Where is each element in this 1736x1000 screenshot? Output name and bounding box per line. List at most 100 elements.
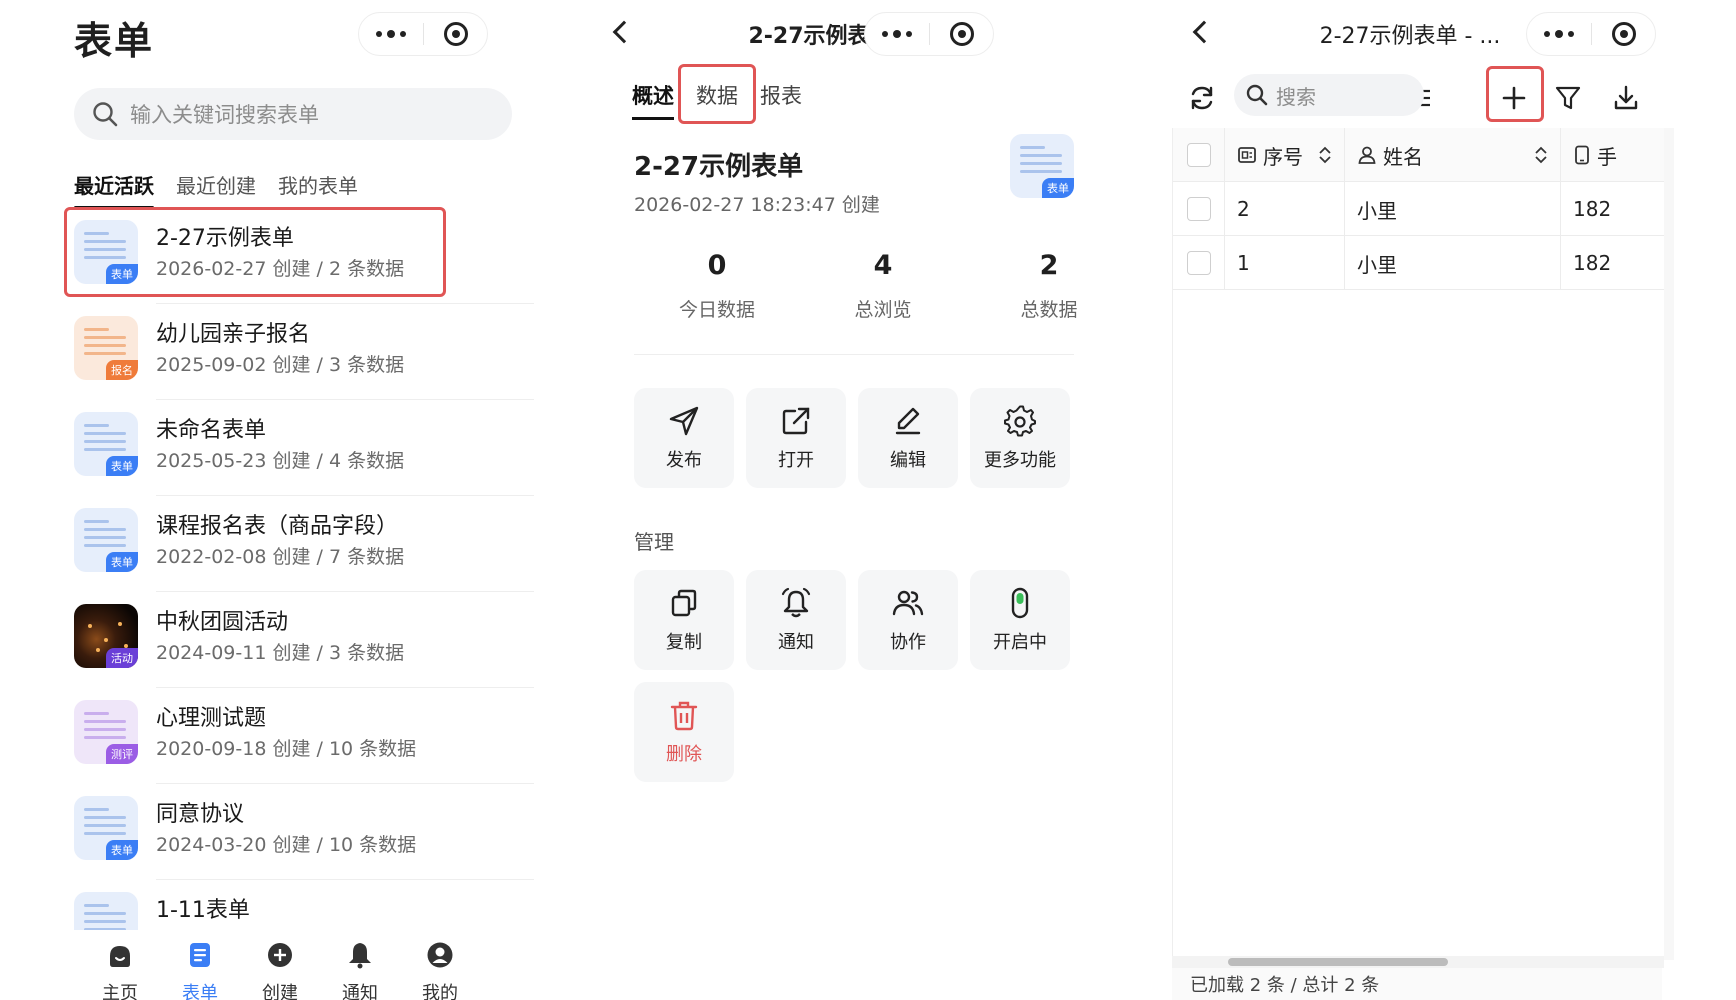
form-meta: 2025-09-02 创建 / 3 条数据 <box>156 354 405 376</box>
home-icon <box>110 946 130 967</box>
form-filter-tabs: 最近活跃 最近创建 我的表单 <box>74 170 358 209</box>
vertical-scrollbar[interactable] <box>1664 128 1674 960</box>
list-item[interactable]: 报名 幼儿园亲子报名 2025-09-02 创建 / 3 条数据 <box>0 304 600 400</box>
stat-today: 0 今日数据 <box>678 250 755 321</box>
enable-toggle[interactable]: 开启中 <box>970 570 1070 670</box>
stat-total: 2 总数据 <box>1020 250 1078 321</box>
more-icon[interactable] <box>1527 30 1591 38</box>
column-header-name[interactable]: 姓名 <box>1345 128 1561 182</box>
edit-button[interactable]: 编辑 <box>858 388 958 488</box>
download-button[interactable] <box>1606 78 1646 118</box>
tab-my-forms[interactable]: 我的表单 <box>278 170 358 209</box>
row-select-cell <box>1173 182 1225 236</box>
scrollbar-thumb[interactable] <box>1228 958 1448 966</box>
publish-button[interactable]: 发布 <box>634 388 734 488</box>
sort-icon[interactable] <box>1318 145 1332 165</box>
data-table: 序号 姓名 手 2 小里 182 1 小里 182 <box>1172 128 1664 960</box>
tabbar-mine[interactable]: 我的 <box>410 940 470 1000</box>
column-header-phone[interactable]: 手 <box>1561 128 1664 182</box>
form-name: 中秋团圆活动 <box>156 610 289 635</box>
tab-recent-created[interactable]: 最近创建 <box>176 170 256 209</box>
filter-icon <box>1555 86 1581 110</box>
back-button[interactable] <box>600 10 644 54</box>
notify-button[interactable]: 通知 <box>746 570 846 670</box>
list-item[interactable]: 表单 未命名表单 2025-05-23 创建 / 4 条数据 <box>0 400 600 496</box>
more-icon[interactable] <box>865 30 929 38</box>
form-name: 心理测试题 <box>156 706 267 731</box>
page-title: 2-27示例表单 - ... <box>1319 24 1501 49</box>
form-thumbnail: 表单 <box>74 892 138 930</box>
more-functions-button[interactable]: 更多功能 <box>970 388 1070 488</box>
action-grid: 发布 打开 编辑 更多功能 <box>634 388 1070 488</box>
copy-button[interactable]: 复制 <box>634 570 734 670</box>
plus-circle-icon <box>268 943 292 967</box>
list-item[interactable]: 测评 心理测试题 2020-09-18 创建 / 10 条数据 <box>0 688 600 784</box>
cell-phone: 182 <box>1573 197 1612 221</box>
manage-grid: 复制 通知 协作 开启中 <box>634 570 1070 670</box>
tabbar-home[interactable]: 主页 <box>90 940 150 1000</box>
form-name: 2-27示例表单 <box>634 152 804 182</box>
form-icon <box>190 943 210 967</box>
tab-overview[interactable]: 概述 <box>632 80 674 120</box>
column-header-seq[interactable]: 序号 <box>1225 128 1345 182</box>
tabbar-notify[interactable]: 通知 <box>330 940 390 1000</box>
page-title: 表单 <box>74 19 155 63</box>
close-miniprogram-icon[interactable] <box>1592 22 1655 46</box>
close-miniprogram-icon[interactable] <box>424 22 487 46</box>
close-miniprogram-icon[interactable] <box>930 22 993 46</box>
tabbar-create[interactable]: 创建 <box>250 940 310 1000</box>
toggle-on-icon <box>1011 587 1029 619</box>
refresh-button[interactable] <box>1182 78 1222 118</box>
open-button[interactable]: 打开 <box>746 388 846 488</box>
capsule-menu[interactable] <box>1526 12 1656 56</box>
table-row[interactable]: 1 小里 182 <box>1173 236 1664 290</box>
row-checkbox[interactable] <box>1186 197 1211 221</box>
tab-recent-active[interactable]: 最近活跃 <box>74 170 154 209</box>
form-thumbnail: 测评 <box>74 700 138 764</box>
filter-button[interactable] <box>1548 78 1588 118</box>
search-placeholder: 输入关键词搜索表单 <box>130 103 319 127</box>
row-checkbox[interactable] <box>1186 251 1211 275</box>
form-list-screen: 表单 输入关键词搜索表单 最近活跃 最近创建 我的表单 表单 2-27示例表单 … <box>0 0 600 1000</box>
delete-button[interactable]: 删除 <box>634 682 734 782</box>
list-item[interactable]: 表单 同意协议 2024-03-20 创建 / 10 条数据 <box>0 784 600 880</box>
stats-row: 0 今日数据 4 总浏览 2 总数据 <box>634 250 1134 322</box>
more-icon[interactable] <box>359 30 423 38</box>
stat-views: 4 总浏览 <box>854 250 912 321</box>
capsule-menu[interactable] <box>358 12 488 56</box>
form-created-time: 2026-02-27 18:23:47 创建 <box>634 194 880 216</box>
form-overview-screen: 2-27示例表单 概述 数据 报表 2-27示例表单 2026-02-27 18… <box>600 0 1160 1000</box>
select-all-checkbox[interactable] <box>1186 143 1211 167</box>
id-icon <box>1238 147 1256 163</box>
chevron-left-icon <box>1192 20 1216 44</box>
cell-name: 小里 <box>1345 236 1561 290</box>
list-item[interactable]: 活动 中秋团圆活动 2024-09-11 创建 / 3 条数据 <box>0 592 600 688</box>
search-icon <box>93 102 118 127</box>
form-data-screen: 2-27示例表单 - ... 搜索 序号 姓名 手 2 小里 182 1 小里 … <box>1160 0 1736 1000</box>
sort-icon[interactable] <box>1534 145 1548 165</box>
capsule-menu[interactable] <box>864 12 994 56</box>
back-button[interactable] <box>1180 10 1224 54</box>
collaborate-button[interactable]: 协作 <box>858 570 958 670</box>
search-input[interactable]: 输入关键词搜索表单 <box>74 88 512 140</box>
form-thumbnail: 活动 <box>74 604 138 668</box>
row-select-cell <box>1173 236 1225 290</box>
user-icon <box>427 942 453 968</box>
list-item[interactable]: 表单 课程报名表（商品字段） 2022-02-08 创建 / 7 条数据 <box>0 496 600 592</box>
search-input[interactable]: 搜索 <box>1234 74 1424 116</box>
horizontal-scrollbar[interactable] <box>1172 956 1664 968</box>
external-link-icon <box>782 407 810 435</box>
form-name: 1-11表单 <box>156 898 250 923</box>
list-item[interactable]: 表单 1-11表单 <box>0 880 600 930</box>
form-meta: 2025-05-23 创建 / 4 条数据 <box>156 450 405 472</box>
send-icon <box>669 406 699 436</box>
trash-icon <box>670 701 698 731</box>
pen-icon <box>895 407 921 435</box>
search-icon <box>1246 84 1268 106</box>
table-row[interactable]: 2 小里 182 <box>1173 182 1664 236</box>
tabbar-forms[interactable]: 表单 <box>170 940 230 1000</box>
bell-icon <box>349 943 371 969</box>
tab-report[interactable]: 报表 <box>760 80 802 120</box>
gear-icon <box>1004 405 1036 437</box>
table-header: 序号 姓名 手 <box>1173 128 1664 182</box>
